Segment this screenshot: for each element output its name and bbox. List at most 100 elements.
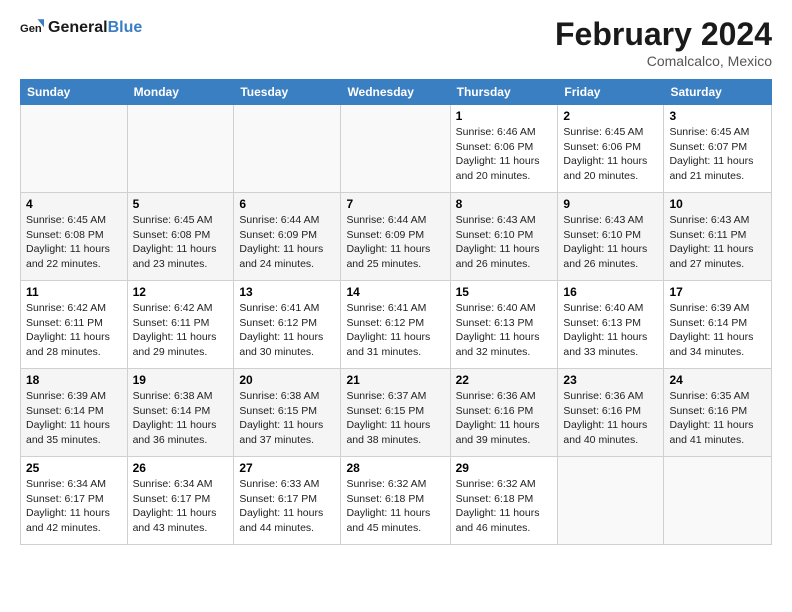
logo-blue: Blue: [108, 19, 143, 36]
calendar-cell: [21, 105, 128, 193]
day-number: 19: [133, 373, 229, 387]
calendar-cell: 10 Sunrise: 6:43 AMSunset: 6:11 PMDayligh…: [664, 193, 772, 281]
day-number: 18: [26, 373, 122, 387]
day-info: Sunrise: 6:42 AMSunset: 6:11 PMDaylight:…: [133, 301, 229, 360]
calendar-week-row: 11 Sunrise: 6:42 AMSunset: 6:11 PMDayligh…: [21, 281, 772, 369]
day-info: Sunrise: 6:33 AMSunset: 6:17 PMDaylight:…: [239, 477, 335, 536]
day-number: 20: [239, 373, 335, 387]
day-info: Sunrise: 6:45 AMSunset: 6:06 PMDaylight:…: [563, 125, 658, 184]
day-number: 21: [346, 373, 444, 387]
title-block: February 2024 Comalcalco, Mexico: [555, 16, 772, 69]
calendar-cell: [558, 457, 664, 545]
calendar-cell: 7 Sunrise: 6:44 AMSunset: 6:09 PMDaylight…: [341, 193, 450, 281]
day-info: Sunrise: 6:43 AMSunset: 6:11 PMDaylight:…: [669, 213, 766, 272]
month-year: February 2024: [555, 16, 772, 53]
day-number: 12: [133, 285, 229, 299]
calendar-cell: 20 Sunrise: 6:38 AMSunset: 6:15 PMDayligh…: [234, 369, 341, 457]
calendar-cell: 13 Sunrise: 6:41 AMSunset: 6:12 PMDayligh…: [234, 281, 341, 369]
day-info: Sunrise: 6:36 AMSunset: 6:16 PMDaylight:…: [563, 389, 658, 448]
calendar-cell: [127, 105, 234, 193]
calendar-table: SundayMondayTuesdayWednesdayThursdayFrid…: [20, 79, 772, 545]
day-number: 9: [563, 197, 658, 211]
svg-text:Gen: Gen: [20, 23, 42, 35]
header-day-wednesday: Wednesday: [341, 80, 450, 105]
day-number: 29: [456, 461, 553, 475]
location: Comalcalco, Mexico: [555, 53, 772, 69]
day-number: 16: [563, 285, 658, 299]
header-day-friday: Friday: [558, 80, 664, 105]
day-number: 6: [239, 197, 335, 211]
calendar-week-row: 1 Sunrise: 6:46 AMSunset: 6:06 PMDaylight…: [21, 105, 772, 193]
day-number: 4: [26, 197, 122, 211]
header-day-monday: Monday: [127, 80, 234, 105]
day-number: 3: [669, 109, 766, 123]
calendar-cell: 15 Sunrise: 6:40 AMSunset: 6:13 PMDayligh…: [450, 281, 558, 369]
calendar-cell: 22Sunrise: 6:36 AMSunset: 6:16 PMDayligh…: [450, 369, 558, 457]
day-info: Sunrise: 6:39 AMSunset: 6:14 PMDaylight:…: [669, 301, 766, 360]
day-info: Sunrise: 6:45 AMSunset: 6:08 PMDaylight:…: [133, 213, 229, 272]
calendar-cell: 16 Sunrise: 6:40 AMSunset: 6:13 PMDayligh…: [558, 281, 664, 369]
day-info: Sunrise: 6:38 AMSunset: 6:15 PMDaylight:…: [239, 389, 335, 448]
day-info: Sunrise: 6:35 AMSunset: 6:16 PMDaylight:…: [669, 389, 766, 448]
day-info: Sunrise: 6:45 AMSunset: 6:08 PMDaylight:…: [26, 213, 122, 272]
calendar-cell: 2 Sunrise: 6:45 AMSunset: 6:06 PMDaylight…: [558, 105, 664, 193]
calendar-cell: 26Sunrise: 6:34 AMSunset: 6:17 PMDayligh…: [127, 457, 234, 545]
day-info: Sunrise: 6:32 AMSunset: 6:18 PMDaylight:…: [346, 477, 444, 536]
day-number: 10: [669, 197, 766, 211]
calendar-cell: 24 Sunrise: 6:35 AMSunset: 6:16 PMDayligh…: [664, 369, 772, 457]
calendar-cell: 19 Sunrise: 6:38 AMSunset: 6:14 PMDayligh…: [127, 369, 234, 457]
day-info: Sunrise: 6:40 AMSunset: 6:13 PMDaylight:…: [563, 301, 658, 360]
header-day-thursday: Thursday: [450, 80, 558, 105]
day-number: 2: [563, 109, 658, 123]
day-number: 11: [26, 285, 122, 299]
day-info: Sunrise: 6:40 AMSunset: 6:13 PMDaylight:…: [456, 301, 553, 360]
calendar-cell: 17 Sunrise: 6:39 AMSunset: 6:14 PMDayligh…: [664, 281, 772, 369]
day-info: Sunrise: 6:44 AMSunset: 6:09 PMDaylight:…: [346, 213, 444, 272]
day-info: Sunrise: 6:36 AMSunset: 6:16 PMDaylight:…: [456, 389, 553, 448]
calendar-cell: 5 Sunrise: 6:45 AMSunset: 6:08 PMDaylight…: [127, 193, 234, 281]
logo-general: General: [48, 19, 108, 36]
day-info: Sunrise: 6:43 AMSunset: 6:10 PMDaylight:…: [456, 213, 553, 272]
day-number: 23: [563, 373, 658, 387]
day-number: 17: [669, 285, 766, 299]
day-number: 7: [346, 197, 444, 211]
day-number: 26: [133, 461, 229, 475]
page-header: Gen GeneralBlue February 2024 Comalcalco…: [20, 16, 772, 69]
day-number: 25: [26, 461, 122, 475]
day-info: Sunrise: 6:38 AMSunset: 6:14 PMDaylight:…: [133, 389, 229, 448]
day-info: Sunrise: 6:41 AMSunset: 6:12 PMDaylight:…: [239, 301, 335, 360]
day-info: Sunrise: 6:43 AMSunset: 6:10 PMDaylight:…: [563, 213, 658, 272]
calendar-week-row: 4 Sunrise: 6:45 AMSunset: 6:08 PMDaylight…: [21, 193, 772, 281]
calendar-cell: 8 Sunrise: 6:43 AMSunset: 6:10 PMDaylight…: [450, 193, 558, 281]
calendar-cell: 12 Sunrise: 6:42 AMSunset: 6:11 PMDayligh…: [127, 281, 234, 369]
day-number: 8: [456, 197, 553, 211]
day-info: Sunrise: 6:32 AMSunset: 6:18 PMDaylight:…: [456, 477, 553, 536]
day-number: 24: [669, 373, 766, 387]
day-info: Sunrise: 6:46 AMSunset: 6:06 PMDaylight:…: [456, 125, 553, 184]
day-number: 15: [456, 285, 553, 299]
calendar-cell: 28 Sunrise: 6:32 AMSunset: 6:18 PMDayligh…: [341, 457, 450, 545]
logo: Gen GeneralBlue: [20, 16, 142, 40]
day-number: 13: [239, 285, 335, 299]
day-info: Sunrise: 6:45 AMSunset: 6:07 PMDaylight:…: [669, 125, 766, 184]
day-number: 27: [239, 461, 335, 475]
calendar-cell: 25Sunrise: 6:34 AMSunset: 6:17 PMDayligh…: [21, 457, 128, 545]
day-number: 28: [346, 461, 444, 475]
calendar-cell: 18 Sunrise: 6:39 AMSunset: 6:14 PMDayligh…: [21, 369, 128, 457]
calendar-cell: 27 Sunrise: 6:33 AMSunset: 6:17 PMDayligh…: [234, 457, 341, 545]
logo-icon: Gen: [20, 16, 44, 40]
calendar-cell: 11Sunrise: 6:42 AMSunset: 6:11 PMDayligh…: [21, 281, 128, 369]
calendar-cell: 9 Sunrise: 6:43 AMSunset: 6:10 PMDaylight…: [558, 193, 664, 281]
calendar-header-row: SundayMondayTuesdayWednesdayThursdayFrid…: [21, 80, 772, 105]
day-info: Sunrise: 6:44 AMSunset: 6:09 PMDaylight:…: [239, 213, 335, 272]
calendar-cell: [341, 105, 450, 193]
day-info: Sunrise: 6:39 AMSunset: 6:14 PMDaylight:…: [26, 389, 122, 448]
day-number: 1: [456, 109, 553, 123]
calendar-cell: 29 Sunrise: 6:32 AMSunset: 6:18 PMDayligh…: [450, 457, 558, 545]
day-number: 14: [346, 285, 444, 299]
calendar-cell: 1 Sunrise: 6:46 AMSunset: 6:06 PMDaylight…: [450, 105, 558, 193]
day-number: 5: [133, 197, 229, 211]
calendar-cell: 6 Sunrise: 6:44 AMSunset: 6:09 PMDaylight…: [234, 193, 341, 281]
header-day-tuesday: Tuesday: [234, 80, 341, 105]
calendar-cell: 3 Sunrise: 6:45 AMSunset: 6:07 PMDaylight…: [664, 105, 772, 193]
